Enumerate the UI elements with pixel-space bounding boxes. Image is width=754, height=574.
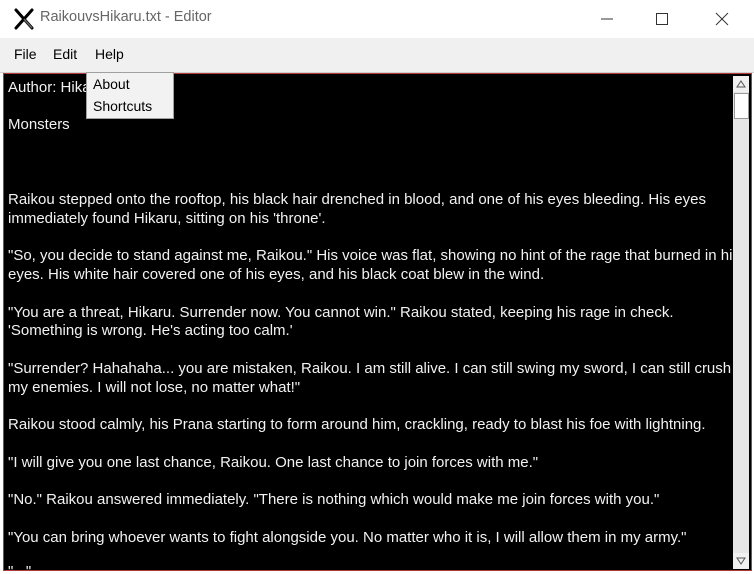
minimize-icon [601,18,613,20]
text-line: "No." Raikou answered immediately. "Ther… [8,491,660,508]
text-line: "I will give you one last chance, Raikou… [8,454,539,471]
vertical-scrollbar[interactable] [733,76,749,569]
menu-bar: File Edit Help [0,38,754,73]
minimize-button[interactable] [585,0,631,38]
text-line: my enemies. I will not lose, no matter w… [8,379,301,396]
text-line: "Surrender? Hahahaha... you are mistaken… [8,360,732,377]
arrow-down-icon [736,557,746,565]
close-icon [715,12,729,26]
close-button[interactable] [700,0,746,38]
text-line: "So, you decide to stand against me, Rai… [8,247,740,264]
text-line: immediately found Hikaru, sitting on his… [8,210,326,227]
menu-help[interactable]: Help [95,46,124,62]
scroll-thumb[interactable] [734,93,749,119]
text-line: Raikou stood calmly, his Prana starting … [8,416,706,433]
text-line: Monsters [8,116,70,133]
x-app-icon [14,8,34,30]
text-editor-area[interactable]: Author: Hikaru Monsters Raikou stepped o… [3,73,752,571]
maximize-button[interactable] [640,0,686,38]
maximize-icon [656,13,668,25]
help-dropdown-menu: About Shortcuts [86,72,174,119]
menu-file[interactable]: File [14,46,37,62]
menu-item-shortcuts[interactable]: Shortcuts [93,98,152,114]
arrow-up-icon [736,80,746,88]
window-title: RaikouvsHikaru.txt - Editor [40,9,212,25]
scroll-up-button[interactable] [733,76,749,92]
text-line: "You are a threat, Hikaru. Surrender now… [8,304,674,321]
text-line: 'Something is wrong. He's acting too cal… [8,322,293,339]
text-line: "You can bring whoever wants to fight al… [8,529,687,546]
text-line: Raikou stepped onto the rooftop, his bla… [8,191,706,208]
menu-edit[interactable]: Edit [53,46,77,62]
text-line: "..." [8,562,31,570]
text-line: eyes. His white hair covered one of his … [8,266,545,283]
title-bar: RaikouvsHikaru.txt - Editor [0,0,754,38]
scroll-down-button[interactable] [733,553,749,569]
menu-item-about[interactable]: About [93,76,130,92]
